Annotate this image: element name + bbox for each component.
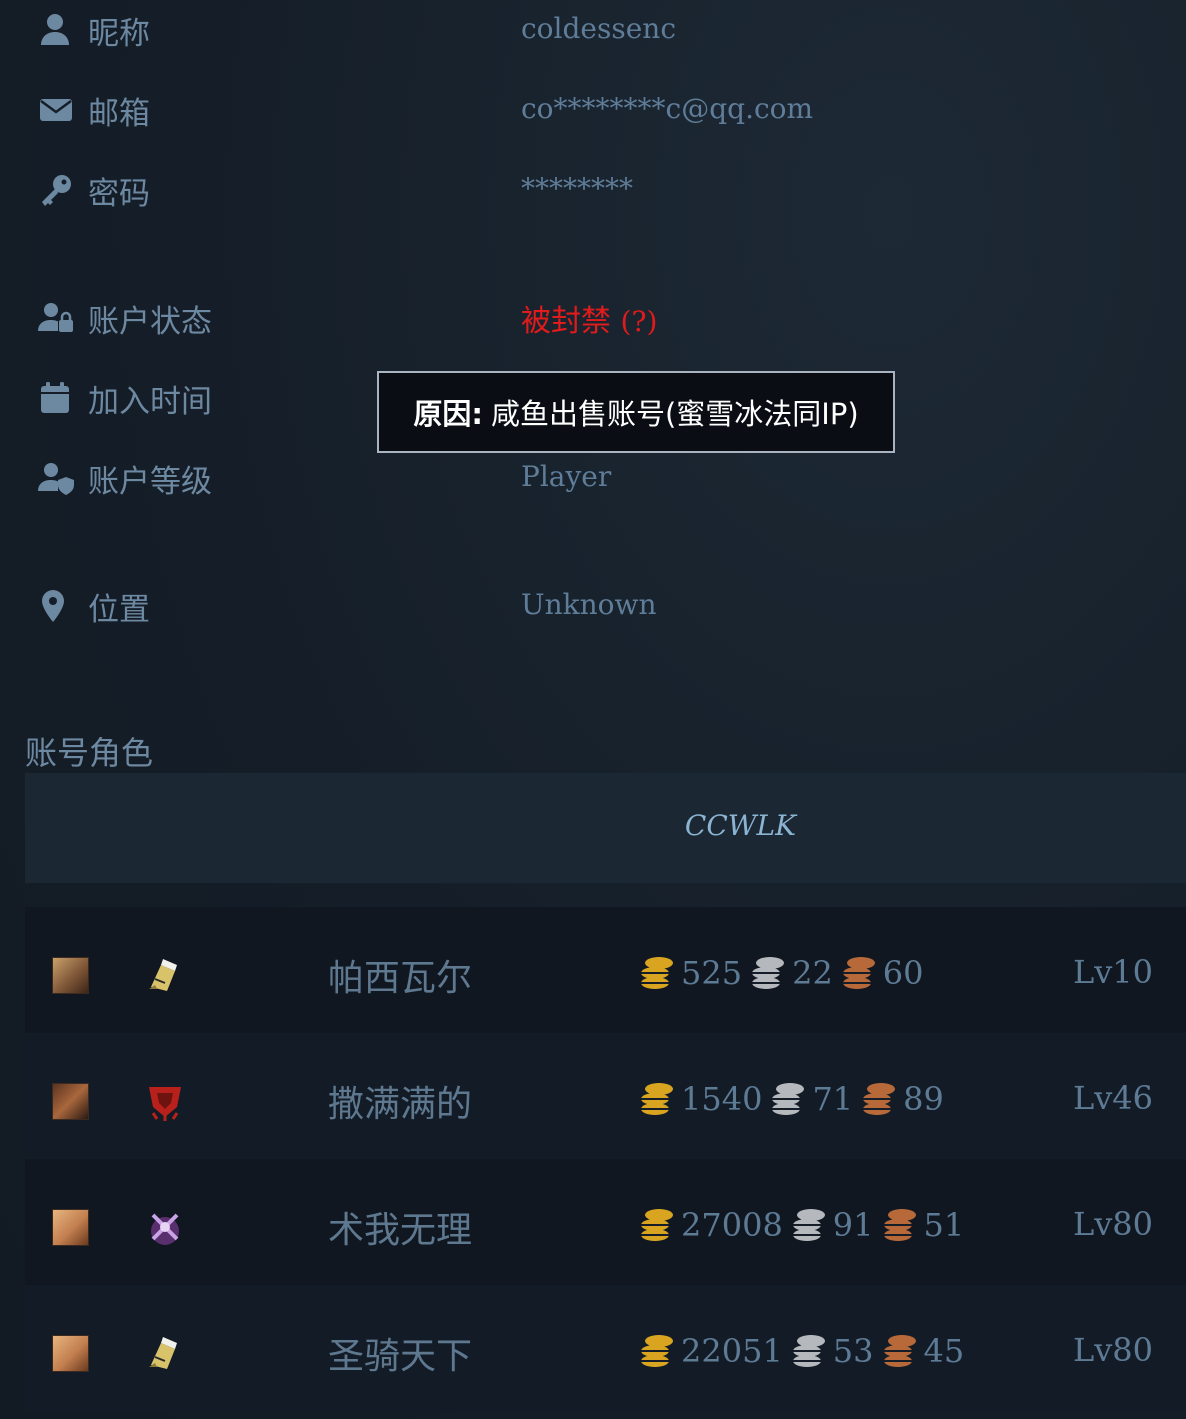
user-icon xyxy=(38,12,74,48)
character-row[interactable]: 圣骑天下 22051 53 45 Lv80 xyxy=(25,1285,1186,1411)
copper-amount: 89 xyxy=(903,1080,944,1118)
location-label: 位置 xyxy=(88,592,150,628)
character-name: 撒满满的 xyxy=(328,1084,473,1125)
realm-name: CCWLK xyxy=(684,809,797,842)
copper-amount: 60 xyxy=(882,954,924,992)
characters-section-title: 账号角色 xyxy=(25,734,154,772)
account-status-row: 账户状态 被封禁 (?) xyxy=(38,292,1138,342)
warlock-class-icon xyxy=(143,1205,187,1249)
tooltip-prefix: 原因: xyxy=(413,397,483,431)
email-value: co********c@qq.com xyxy=(521,92,814,125)
character-level: Lv10 xyxy=(1072,953,1153,991)
email-row: 邮箱 co********c@qq.com xyxy=(38,84,1138,134)
silver-coin-icon xyxy=(772,1083,805,1115)
paladin-class-icon xyxy=(143,1331,187,1375)
password-label: 密码 xyxy=(88,176,150,212)
character-money: 1540 71 89 xyxy=(637,1077,950,1121)
character-row[interactable]: 撒满满的 1540 71 89 Lv46 xyxy=(25,1033,1186,1159)
paladin-class-icon xyxy=(143,953,187,997)
character-money: 525 22 60 xyxy=(637,951,930,995)
key-icon xyxy=(38,172,74,208)
banned-text: 被封禁 xyxy=(521,304,611,339)
gold-amount: 22051 xyxy=(681,1332,783,1370)
silver-amount: 91 xyxy=(832,1206,874,1244)
account-rank-row: 账户等级 Player xyxy=(38,452,1138,502)
email-label: 邮箱 xyxy=(88,96,150,132)
user-lock-icon xyxy=(38,300,74,336)
silver-coin-icon xyxy=(792,1335,825,1367)
blood-elf-female-portrait xyxy=(52,1209,89,1246)
character-name: 帕西瓦尔 xyxy=(328,958,473,999)
character-level: Lv80 xyxy=(1072,1205,1153,1243)
blood-elf-female-portrait xyxy=(52,1335,89,1372)
envelope-icon xyxy=(38,92,74,128)
character-level: Lv80 xyxy=(1072,1331,1153,1369)
character-money: 22051 53 45 xyxy=(637,1329,970,1373)
account-status-value: 被封禁 (?) xyxy=(521,296,657,340)
gold-coin-icon xyxy=(641,1209,673,1241)
ban-reason-tooltip: 原因: 咸鱼出售账号(蜜雪冰法同IP) xyxy=(377,371,895,453)
nickname-value: coldessenc xyxy=(521,12,677,45)
account-rank-label: 账户等级 xyxy=(88,464,212,500)
character-name: 圣骑天下 xyxy=(328,1336,473,1377)
character-row[interactable]: 术我无理 27008 91 51 Lv80 xyxy=(25,1159,1186,1285)
character-money: 27008 91 51 xyxy=(637,1203,970,1247)
nickname-row: 昵称 coldessenc xyxy=(38,4,1138,54)
location-row: 位置 Unknown xyxy=(38,580,1138,630)
silver-amount: 71 xyxy=(812,1080,854,1118)
password-value: ******** xyxy=(521,172,633,205)
character-name: 术我无理 xyxy=(328,1210,473,1251)
password-row: 密码 ******** xyxy=(38,164,1138,214)
silver-coin-icon xyxy=(752,957,785,989)
account-status-label: 账户状态 xyxy=(88,304,212,340)
ban-reason-help[interactable]: (?) xyxy=(621,305,658,338)
horde-emblem-icon xyxy=(143,1079,187,1123)
gold-amount: 27008 xyxy=(681,1206,783,1244)
location-value: Unknown xyxy=(521,588,657,621)
copper-coin-icon xyxy=(842,957,875,989)
character-level: Lv46 xyxy=(1072,1079,1153,1117)
character-row[interactable]: 帕西瓦尔 525 22 60 Lv10 xyxy=(25,907,1186,1033)
copper-amount: 51 xyxy=(923,1206,965,1244)
copper-amount: 45 xyxy=(923,1332,965,1370)
calendar-icon xyxy=(38,380,74,416)
join-date-label: 加入时间 xyxy=(88,384,212,420)
user-shield-icon xyxy=(38,460,74,496)
tooltip-text: 咸鱼出售账号(蜜雪冰法同IP) xyxy=(490,397,859,431)
copper-coin-icon xyxy=(883,1335,916,1367)
silver-coin-icon xyxy=(792,1209,825,1241)
silver-amount: 22 xyxy=(792,954,833,992)
map-marker-icon xyxy=(38,588,74,624)
gold-coin-icon xyxy=(641,1083,673,1115)
gold-amount: 1540 xyxy=(681,1080,763,1118)
copper-coin-icon xyxy=(883,1209,916,1241)
nickname-label: 昵称 xyxy=(88,16,150,52)
realm-header: CCWLK xyxy=(25,773,1186,883)
silver-amount: 53 xyxy=(832,1332,874,1370)
tauren-portrait xyxy=(52,1083,89,1120)
gold-amount: 525 xyxy=(681,954,743,992)
gold-coin-icon xyxy=(641,957,673,989)
copper-coin-icon xyxy=(863,1083,896,1115)
gold-coin-icon xyxy=(641,1335,673,1367)
human-female-portrait xyxy=(52,957,89,994)
account-rank-value: Player xyxy=(521,460,612,493)
